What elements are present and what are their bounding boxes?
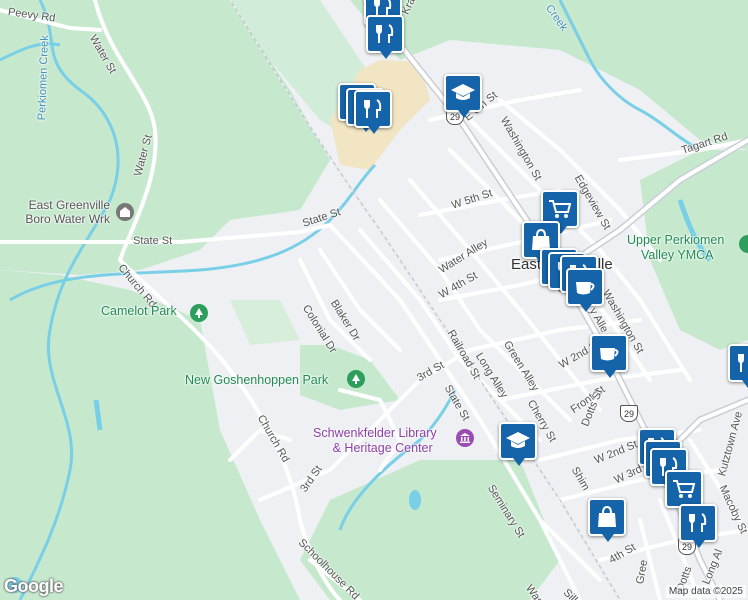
poi-label-water-works[interactable]: East Greenville Boro Water Wrk <box>14 198 110 226</box>
coffee-icon <box>600 348 619 361</box>
poi-label-water-works-line2: Boro Water Wrk <box>25 212 110 226</box>
park-icon[interactable] <box>190 304 208 322</box>
map-marker-restaurant[interactable] <box>728 344 748 388</box>
map-marker-school[interactable] <box>499 422 537 466</box>
restaurant-icon <box>364 99 382 118</box>
school-icon <box>506 432 530 448</box>
poi-label-ymca[interactable]: Upper Perkiomen Valley YMCA <box>627 233 724 263</box>
shopping-bag-icon <box>598 505 616 527</box>
shopping-cart-icon <box>549 200 572 218</box>
poi-label-schwenkfelder[interactable]: Schwenkfelder Library & Heritage Center <box>313 426 437 456</box>
museum-icon[interactable] <box>456 429 474 447</box>
map-marker-grocery[interactable] <box>665 470 703 514</box>
poi-label-schwenkfelder-line2: & Heritage Center <box>332 441 433 455</box>
map-marker-cafe[interactable] <box>566 268 604 312</box>
shopping-cart-icon <box>673 480 696 498</box>
poi-label-camelot-park[interactable]: Camelot Park <box>101 304 177 318</box>
map-attribution: Map data ©2025 <box>665 585 746 598</box>
map-marker-school[interactable] <box>444 74 482 118</box>
school-icon <box>451 84 475 100</box>
park-icon[interactable] <box>347 370 365 388</box>
route-29-shield: 29 <box>620 405 638 422</box>
restaurant-icon <box>689 513 707 532</box>
poi-label-new-goshenhoppen-park[interactable]: New Goshenhoppen Park <box>185 373 328 387</box>
poi-label-ymca-line1: Upper Perkiomen <box>627 233 725 247</box>
map-marker-restaurant[interactable] <box>354 90 392 134</box>
street-label-state-st: State St <box>133 235 173 247</box>
map-marker-cafe[interactable] <box>590 334 628 378</box>
poi-label-water-works-line1: East Greenville <box>28 198 110 212</box>
coffee-icon <box>576 282 595 295</box>
map-marker-restaurant[interactable] <box>366 15 404 59</box>
water-works-icon[interactable] <box>116 203 134 221</box>
poi-label-schwenkfelder-line1: Schwenkfelder Library <box>313 426 437 440</box>
map-marker-restaurant[interactable] <box>679 504 717 548</box>
map-marker-shopping[interactable] <box>588 498 626 542</box>
restaurant-icon <box>376 24 394 43</box>
restaurant-icon <box>738 354 744 372</box>
map-canvas[interactable]: Peevy Rd Water St Water St State St Stat… <box>0 0 748 600</box>
google-logo: Google <box>4 576 64 596</box>
poi-label-ymca-line2: Valley YMCA <box>641 248 714 262</box>
